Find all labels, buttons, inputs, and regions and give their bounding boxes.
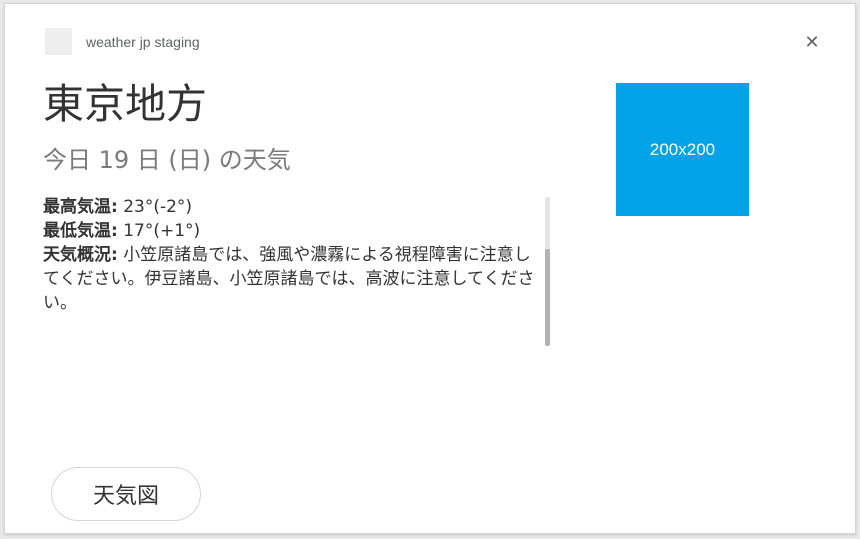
min-temp-row: 最低気温: 17°(+1°) bbox=[43, 219, 545, 243]
summary-row: 天気概況: 小笠原諸島では、強風や濃霧による視程障害に注意してください。伊豆諸島… bbox=[43, 243, 545, 315]
scrollbar-thumb[interactable] bbox=[545, 249, 550, 346]
min-temp-label: 最低気温: bbox=[43, 221, 118, 241]
min-temp-value: 17°(+1°) bbox=[117, 221, 201, 241]
weather-image-placeholder: 200x200 bbox=[616, 83, 749, 216]
region-title: 東京地方 bbox=[43, 80, 207, 128]
max-temp-label: 最高気温: bbox=[43, 197, 118, 217]
forecast-details: 最高気温: 23°(-2°) 最低気温: 17°(+1°) 天気概況: 小笠原諸… bbox=[43, 195, 545, 347]
weather-map-button[interactable]: 天気図 bbox=[51, 467, 201, 521]
date-heading: 今日 19 日 (日) の天気 bbox=[43, 146, 291, 174]
weather-dialog: weather jp staging ✕ 東京地方 今日 19 日 (日) の天… bbox=[4, 3, 856, 534]
app-title: weather jp staging bbox=[86, 34, 200, 50]
max-temp-value: 23°(-2°) bbox=[117, 197, 193, 217]
summary-label: 天気概況: bbox=[43, 245, 118, 265]
close-icon[interactable]: ✕ bbox=[801, 32, 823, 54]
max-temp-row: 最高気温: 23°(-2°) bbox=[43, 195, 545, 219]
image-placeholder-label: 200x200 bbox=[649, 139, 716, 159]
details-scrollbar[interactable] bbox=[545, 197, 550, 346]
app-icon bbox=[45, 28, 72, 55]
